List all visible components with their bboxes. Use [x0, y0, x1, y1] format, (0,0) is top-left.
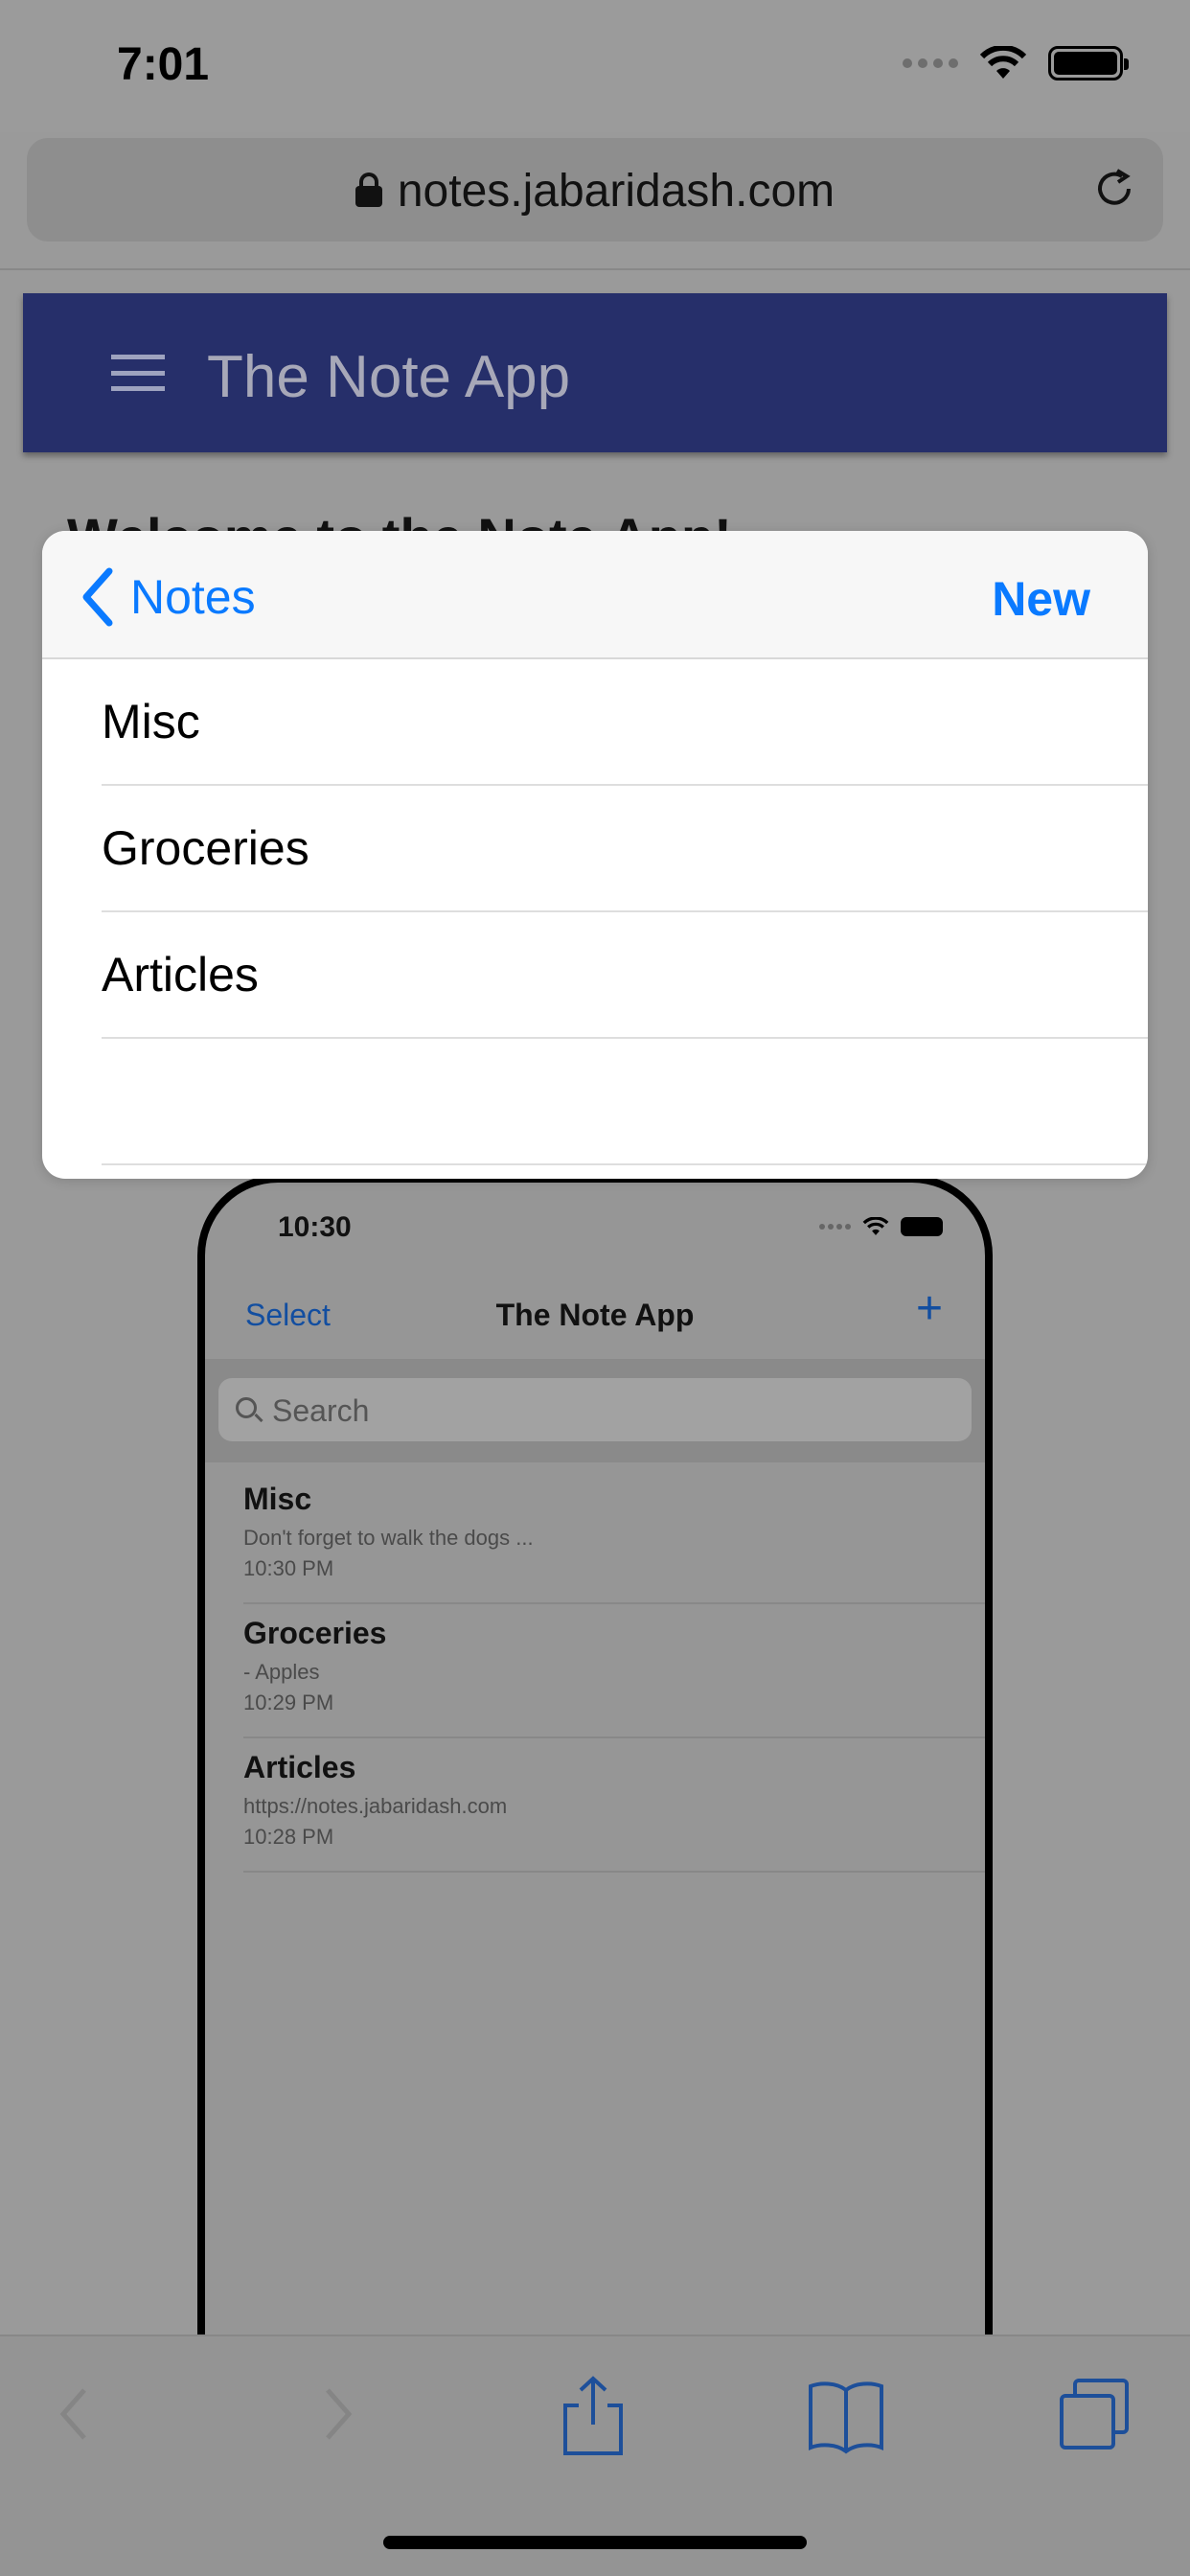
phone-note-preview: https://notes.jabaridash.com [243, 1794, 508, 1818]
phone-note-title: Misc [243, 1482, 312, 1516]
folder-label: Misc [102, 695, 200, 748]
folder-label: Groceries [102, 821, 309, 875]
notes-back-button[interactable]: Notes [79, 565, 256, 629]
phone-note-preview: Don't forget to walk the dogs ... [243, 1526, 534, 1550]
phone-battery-icon [901, 1217, 943, 1236]
phone-note-item: Articles https://notes.jabaridash.com 10… [243, 1738, 985, 1873]
phone-note-title: Articles [243, 1750, 356, 1784]
phone-search-placeholder: Search [272, 1393, 370, 1428]
phone-note-time: 10:30 PM [243, 1556, 334, 1580]
back-button-label: Notes [130, 570, 256, 624]
phone-add-icon: + [915, 1283, 943, 1334]
phone-note-time: 10:29 PM [243, 1690, 334, 1714]
modal-header: Notes New [42, 531, 1148, 659]
folder-row-empty[interactable] [102, 1039, 1148, 1165]
phone-note-item: Groceries - Apples 10:29 PM [243, 1604, 985, 1738]
folder-list: Misc Groceries Articles [42, 659, 1148, 1165]
new-button[interactable]: New [992, 571, 1090, 627]
phone-status-icons [819, 1217, 943, 1236]
forward-arrow-icon[interactable] [293, 2371, 379, 2457]
url-text: notes.jabaridash.com [397, 166, 835, 217]
folder-picker-modal: Notes New Misc Groceries Articles [42, 531, 1148, 1179]
chevron-left-icon [82, 567, 113, 627]
folder-row-groceries[interactable]: Groceries [102, 786, 1148, 912]
lock-icon [355, 172, 382, 208]
tabs-icon[interactable] [1052, 2371, 1138, 2457]
phone-note-preview: - Apples [243, 1660, 320, 1684]
cellular-signal-icon [903, 58, 958, 68]
phone-title: The Note App [495, 1298, 695, 1332]
phone-wifi-icon [862, 1217, 889, 1235]
menu-icon[interactable] [111, 355, 165, 391]
reload-icon[interactable] [1092, 167, 1136, 211]
divider [0, 268, 1190, 270]
status-icons [903, 46, 1129, 80]
phone-note-time: 10:28 PM [243, 1825, 334, 1849]
phone-note-item: Misc Don't forget to walk the dogs ... 1… [243, 1470, 985, 1604]
url-display[interactable]: notes.jabaridash.com [27, 165, 1163, 218]
phone-note-title: Groceries [243, 1616, 387, 1650]
home-indicator [383, 2536, 807, 2549]
wifi-icon [979, 46, 1027, 79]
phone-search-icon [236, 1397, 257, 1418]
battery-icon [1048, 46, 1129, 80]
folder-label: Articles [102, 948, 259, 1001]
share-icon[interactable] [550, 2371, 636, 2457]
phone-search-field: Search [218, 1378, 972, 1441]
address-bar[interactable]: notes.jabaridash.com [27, 138, 1163, 242]
phone-status-time: 10:30 [278, 1211, 352, 1243]
status-time: 7:01 [117, 39, 210, 90]
folder-row-misc[interactable]: Misc [102, 659, 1148, 786]
status-bar: 7:01 [0, 0, 1190, 132]
bookmarks-icon[interactable] [803, 2371, 889, 2457]
folder-row-articles[interactable]: Articles [102, 912, 1148, 1039]
app-bar-title: The Note App [207, 344, 571, 410]
phone-note-list: Misc Don't forget to walk the dogs ... 1… [205, 1470, 985, 1873]
back-arrow-icon[interactable] [33, 2371, 119, 2457]
app-bar: The Note App [23, 293, 1167, 452]
phone-signal-icon [819, 1224, 851, 1230]
phone-search-bar: Search [205, 1359, 985, 1462]
